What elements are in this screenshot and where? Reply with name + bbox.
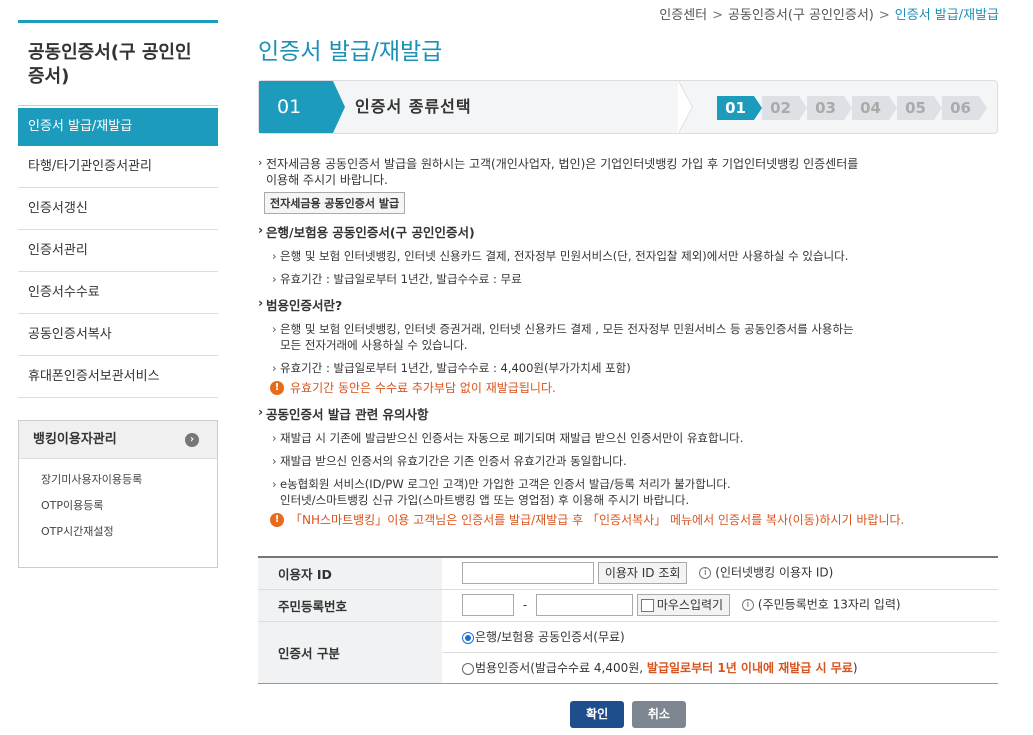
breadcrumb-separator: > [878,8,890,23]
sidebar-item-issue[interactable]: 인증서 발급/재발급 [18,108,218,146]
rrn-dash: - [522,597,528,612]
form-row-cert-type: 인증서 구분 은행/보험용 공동인증서(무료) [258,621,998,684]
cert-form: 이용자 ID 이용자 ID 조회 i (인터넷뱅킹 이용자 ID) 주민등록번호 … [258,556,998,684]
sidebar-item-mobile[interactable]: 휴대폰인증서보관서비스 [18,356,218,398]
section-notice: › 공동인증서 발급 관련 유의사항 [258,404,998,423]
mouse-input-label: 마우스입력기 [656,598,724,612]
step-indicator: 01 02 03 04 05 06 [717,96,987,120]
intro-line-2: 이용해 주시기 바랍니다. [266,173,388,187]
cancel-button[interactable]: 취소 [631,700,686,728]
step-6: 06 [942,96,987,120]
info-icon: i [741,599,754,611]
sidebar-item-renew[interactable]: 인증서갱신 [18,188,218,230]
intro-text: › 전자세금용 공동인증서 발급을 원하시는 고객(개인사업자, 법인)은 기업… [258,156,998,188]
form-row-user-id: 이용자 ID 이용자 ID 조회 i (인터넷뱅킹 이용자 ID) [258,557,998,590]
page-title: 인증서 발급/재발급 [258,39,443,65]
info-content: › 전자세금용 공동인증서 발급을 원하시는 고객(개인사업자, 법인)은 기업… [258,156,998,528]
notice-validity: 재발급 받으신 인증서의 유효기간은 기존 인증서 유효기간과 동일합니다. [258,453,998,469]
notice-member: e농협회원 서비스(ID/PW 로그인 고객)만 가입한 고객은 인증서 발급/… [258,476,998,508]
general-cert-usage-line-2: 모든 전자거래에 사용하실 수 있습니다. [280,338,468,352]
step-4: 04 [852,96,897,120]
smart-banking-warning-text: 「NH스마트뱅킹」이용 고객님은 인증서를 발급/재발급 후 「인증서복사」 메… [290,513,905,527]
banking-user-header[interactable]: 뱅킹이용자관리 › [19,421,217,459]
general-cert-usage-line-1: 은행 및 보험 인터넷뱅킹, 인터넷 증권거래, 인터넷 신용카드 결제 , 모… [280,322,854,336]
rrn-front-input[interactable] [462,594,514,616]
sidebar-item-other-bank[interactable]: 타행/타기관인증서관리 [18,146,218,188]
bullet-arrow-icon: › [258,404,264,419]
mouse-input-checkbox[interactable] [640,599,654,612]
step-1: 01 [717,96,762,120]
cert-type-label: 인증서 구분 [258,621,442,684]
general-cert-validity: 유효기간 : 발급일로부터 1년간, 발급수수료 : 4,400원(부가가치세 … [258,360,998,376]
section-general-cert: › 범용인증서란? [258,295,998,314]
banking-user-box: 뱅킹이용자관리 › 장기미사용자이용등록 OTP이용등록 OTP시간재설정 [18,420,218,568]
sub-item-dormant[interactable]: 장기미사용자이용등록 [41,467,217,493]
general-cert-usage: 은행 및 보험 인터넷뱅킹, 인터넷 증권거래, 인터넷 신용카드 결제 , 모… [258,321,998,353]
intro-line-1: 전자세금용 공동인증서 발급을 원하시는 고객(개인사업자, 법인)은 기업인터… [266,157,859,171]
rrn-hint: (주민등록번호 13자리 입력) [757,597,901,612]
bullet-arrow-icon: › [258,295,264,310]
sidebar-item-copy[interactable]: 공동인증서복사 [18,314,218,356]
step-5: 05 [897,96,942,120]
step-bar: 01 인증서 종류선택 01 02 03 04 05 06 [258,80,998,134]
bank-cert-validity: 유효기간 : 발급일로부터 1년간, 발급수수료 : 무료 [258,271,998,287]
mouse-input-toggle[interactable]: 마우스입력기 [636,594,731,616]
main-content: 인증서 발급/재발급 01 인증서 종류선택 01 02 03 04 05 06… [258,34,998,728]
user-id-label: 이용자 ID [258,557,442,590]
banking-user-title: 뱅킹이용자관리 [33,432,117,447]
notice-member-line-2: 인터넷/스마트뱅킹 신규 가입(스마트뱅킹 앱 또는 영업점) 후 이용해 주시… [280,493,690,507]
bullet-arrow-icon: › [258,222,264,237]
user-id-lookup-button[interactable]: 이용자 ID 조회 [597,562,688,585]
general-cert-warning-text: 유효기간 동안은 수수료 추가부담 없이 재발급됩니다. [290,381,556,395]
cert-option-1[interactable]: 은행/보험용 공동인증서(무료) [442,621,998,653]
cert-option-2-close: ) [852,661,858,675]
breadcrumb-current: 인증서 발급/재발급 [894,8,999,23]
general-cert-warning: ! 유효기간 동안은 수수료 추가부담 없이 재발급됩니다. [258,380,998,396]
cert-option-2-highlight: 발급일로부터 1년 이내에 재발급 시 무료 [646,661,853,675]
breadcrumb-item[interactable]: 인증센터 [659,8,707,23]
cert-option-2[interactable]: 범용인증서(발급수수료 4,400원, 발급일로부터 1년 이내에 재발급 시 … [442,652,998,684]
sidebar-item-manage[interactable]: 인증서관리 [18,230,218,272]
sidebar-item-fee[interactable]: 인증서수수료 [18,272,218,314]
rrn-cell: - 마우스입력기 i (주민등록번호 13자리 입력) [442,589,998,622]
confirm-button[interactable]: 확인 [570,700,625,728]
user-id-input[interactable] [462,562,594,585]
section-general-cert-title: 범용인증서란? [266,298,343,313]
section-bank-cert-title: 은행/보험용 공동인증서(구 공인인증서) [266,225,475,240]
warning-icon: ! [270,513,284,527]
step-2: 02 [762,96,807,120]
breadcrumb-separator: > [712,8,724,23]
info-icon: i [699,567,712,580]
user-id-cell: 이용자 ID 조회 i (인터넷뱅킹 이용자 ID) [442,557,998,590]
warning-icon: ! [270,381,284,395]
section-bank-cert: › 은행/보험용 공동인증서(구 공인인증서) [258,222,998,241]
current-step-label: 인증서 종류선택 [355,97,472,116]
cert-option-2-radio[interactable] [462,662,474,675]
step-3: 03 [807,96,852,120]
breadcrumb-item[interactable]: 공동인증서(구 공인인증서) [728,8,874,23]
sidebar-title: 공동인증서(구 공인인증서) [18,23,218,106]
rrn-back-input[interactable] [536,594,633,616]
notice-reissue: 재발급 시 기존에 발급받으신 인증서는 자동으로 폐기되며 재발급 받으신 인… [258,430,998,446]
bank-cert-usage: 은행 및 보험 인터넷뱅킹, 인터넷 신용카드 결제, 전자정부 민원서비스(단… [258,248,998,264]
bullet-arrow-icon: › [258,156,263,169]
rrn-label: 주민등록번호 [258,589,442,622]
section-notice-title: 공동인증서 발급 관련 유의사항 [266,407,429,422]
form-row-rrn: 주민등록번호 - 마우스입력기 i (주민등록번호 13자리 입력) [258,589,998,622]
current-step-badge: 01 [259,81,345,133]
tax-cert-issue-button[interactable]: 전자세금용 공동인증서 발급 [264,192,406,214]
step-bar-divider-inner [678,81,692,133]
notice-member-line-1: e농협회원 서비스(ID/PW 로그인 고객)만 가입한 고객은 인증서 발급/… [280,477,731,491]
cert-option-2-label: 범용인증서(발급수수료 4,400원, [475,661,647,675]
form-actions: 확인 취소 [258,700,998,728]
sub-item-otp-register[interactable]: OTP이용등록 [41,493,217,519]
cert-option-1-radio[interactable] [462,631,474,644]
sidebar: 공동인증서(구 공인인증서) 인증서 발급/재발급 타행/타기관인증서관리 인증… [18,20,218,568]
user-id-hint: (인터넷뱅킹 이용자 ID) [715,565,834,580]
sub-item-otp-time[interactable]: OTP시간재설정 [41,519,217,545]
chevron-right-icon: › [185,433,199,447]
smart-banking-warning: ! 「NH스마트뱅킹」이용 고객님은 인증서를 발급/재발급 후 「인증서복사」… [258,512,998,528]
breadcrumb: 인증센터 > 공동인증서(구 공인인증서) > 인증서 발급/재발급 [659,4,999,23]
cert-option-1-label: 은행/보험용 공동인증서(무료) [475,630,625,644]
